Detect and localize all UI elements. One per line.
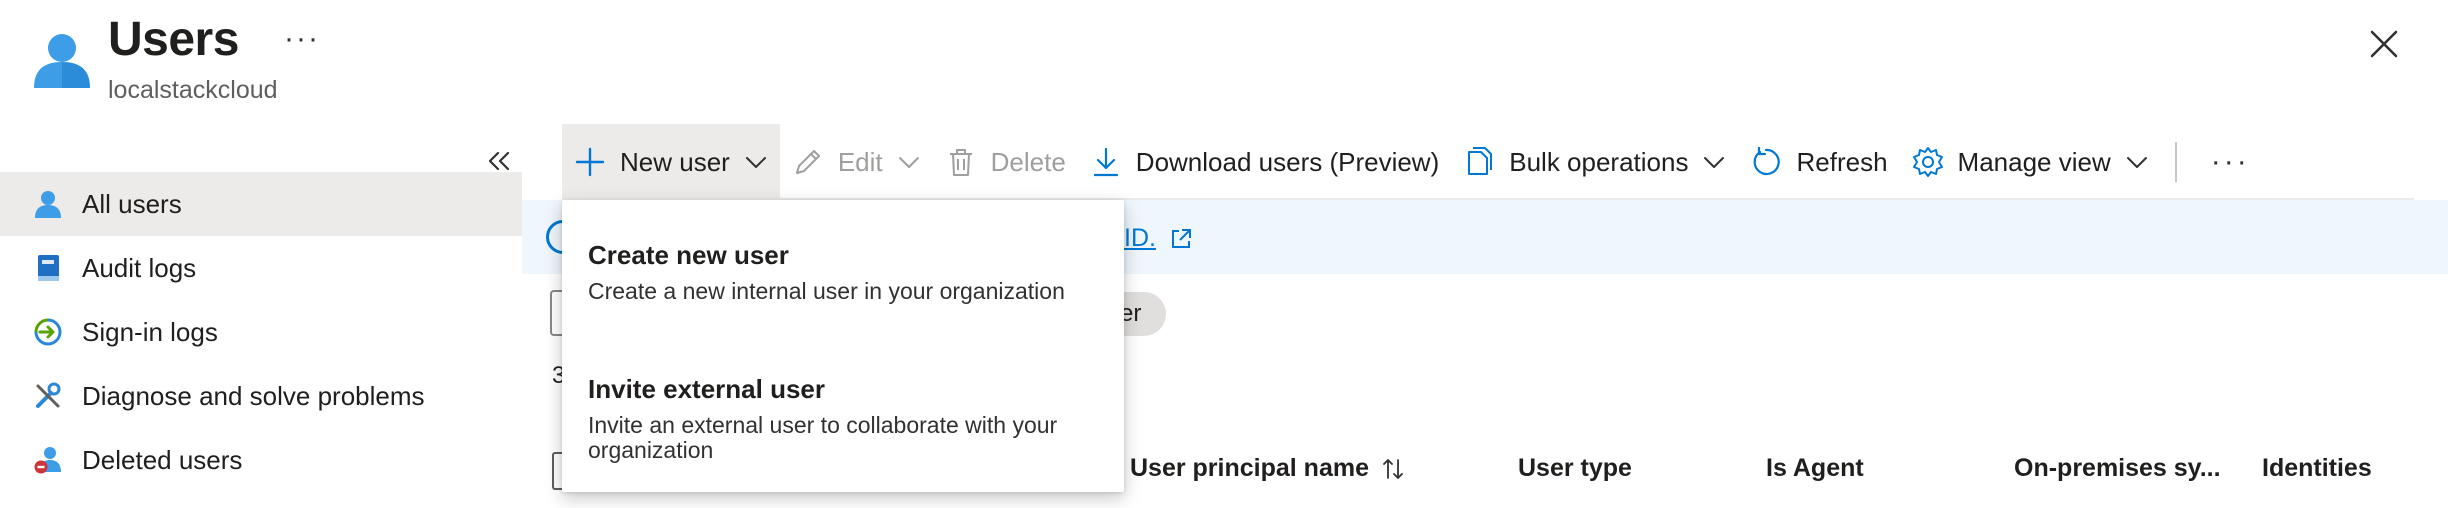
create-new-user-option[interactable]: Create new user Create a new internal us… <box>588 240 1108 304</box>
bulk-documents-icon <box>1463 146 1495 178</box>
option-title: Create new user <box>588 240 789 270</box>
users-page-icon <box>34 34 90 88</box>
sidebar-item-label: Deleted users <box>82 444 243 475</box>
banner-link[interactable]: ID. <box>1124 224 1156 253</box>
column-header-identities[interactable]: Identities <box>2262 454 2372 483</box>
sort-icon[interactable] <box>1382 456 1404 482</box>
sidebar-item-diagnose[interactable]: Diagnose and solve problems <box>0 364 522 428</box>
close-icon[interactable] <box>2364 24 2404 64</box>
column-header-upn[interactable]: User principal name <box>1130 454 1404 483</box>
sidebar-item-audit-logs[interactable]: Audit logs <box>0 236 522 300</box>
deleted-user-icon <box>32 444 64 476</box>
trash-icon <box>945 146 977 178</box>
page-more-button[interactable]: ··· <box>284 22 320 56</box>
pencil-icon <box>792 146 824 178</box>
edit-label: Edit <box>837 146 883 177</box>
option-title: Invite external user <box>588 374 825 404</box>
sidebar-item-label: All users <box>82 188 182 219</box>
refresh-icon <box>1750 146 1782 178</box>
delete-button[interactable]: Delete <box>933 124 1078 200</box>
user-icon <box>32 188 64 220</box>
sidebar-item-label: Audit logs <box>82 252 197 283</box>
column-header-is-agent[interactable]: Is Agent <box>1766 454 1864 483</box>
external-link-icon[interactable] <box>1168 226 1194 252</box>
sidebar-item-sign-in-logs[interactable]: Sign-in logs <box>0 300 522 364</box>
chevron-down-icon <box>1704 157 1725 168</box>
sign-in-icon <box>32 316 64 348</box>
refresh-label: Refresh <box>1796 146 1888 177</box>
new-user-label: New user <box>620 146 730 177</box>
page-title: Users <box>108 13 239 66</box>
new-user-button[interactable]: New user <box>562 124 780 200</box>
download-users-button[interactable]: Download users (Preview) <box>1078 124 1451 200</box>
invite-external-user-option[interactable]: Invite external user Invite an external … <box>588 374 1108 463</box>
chevron-down-icon <box>898 157 919 168</box>
option-description: Create a new internal user in your organ… <box>588 278 1065 304</box>
manage-view-label: Manage view <box>1957 146 2111 177</box>
download-icon <box>1090 146 1122 178</box>
manage-view-button[interactable]: Manage view <box>1900 124 2161 200</box>
toolbar-more-button[interactable]: ··· <box>2197 145 2264 179</box>
page-subtitle: localstackcloud <box>108 76 278 104</box>
book-icon <box>32 252 64 284</box>
refresh-button[interactable]: Refresh <box>1738 124 1899 200</box>
wrench-icon <box>32 380 64 412</box>
edit-button[interactable]: Edit <box>780 124 933 200</box>
sidebar-item-deleted-users[interactable]: Deleted users <box>0 428 522 492</box>
column-header-on-premises[interactable]: On-premises sy... <box>2014 454 2221 483</box>
gear-icon <box>1912 146 1944 178</box>
bulk-operations-button[interactable]: Bulk operations <box>1451 124 1738 200</box>
download-label: Download users (Preview) <box>1135 146 1440 177</box>
command-bar: New user Edit Delete Download users (Pre… <box>562 124 2264 200</box>
option-description: Invite an external user to collaborate w… <box>588 412 1058 463</box>
plus-icon <box>574 146 606 178</box>
column-header-user-type[interactable]: User type <box>1518 454 1632 483</box>
sidebar: All users Audit logs Sign-in logs Diagno… <box>0 172 522 492</box>
sidebar-item-label: Diagnose and solve problems <box>82 380 425 411</box>
sidebar-item-all-users[interactable]: All users <box>0 172 522 236</box>
chevron-down-icon <box>745 157 766 168</box>
sidebar-item-label: Sign-in logs <box>82 316 218 347</box>
new-user-dropdown: Create new user Create a new internal us… <box>562 200 1124 492</box>
chevron-down-icon <box>2126 157 2147 168</box>
toolbar-separator <box>2174 142 2177 182</box>
bulk-label: Bulk operations <box>1509 146 1689 177</box>
delete-label: Delete <box>990 146 1066 177</box>
